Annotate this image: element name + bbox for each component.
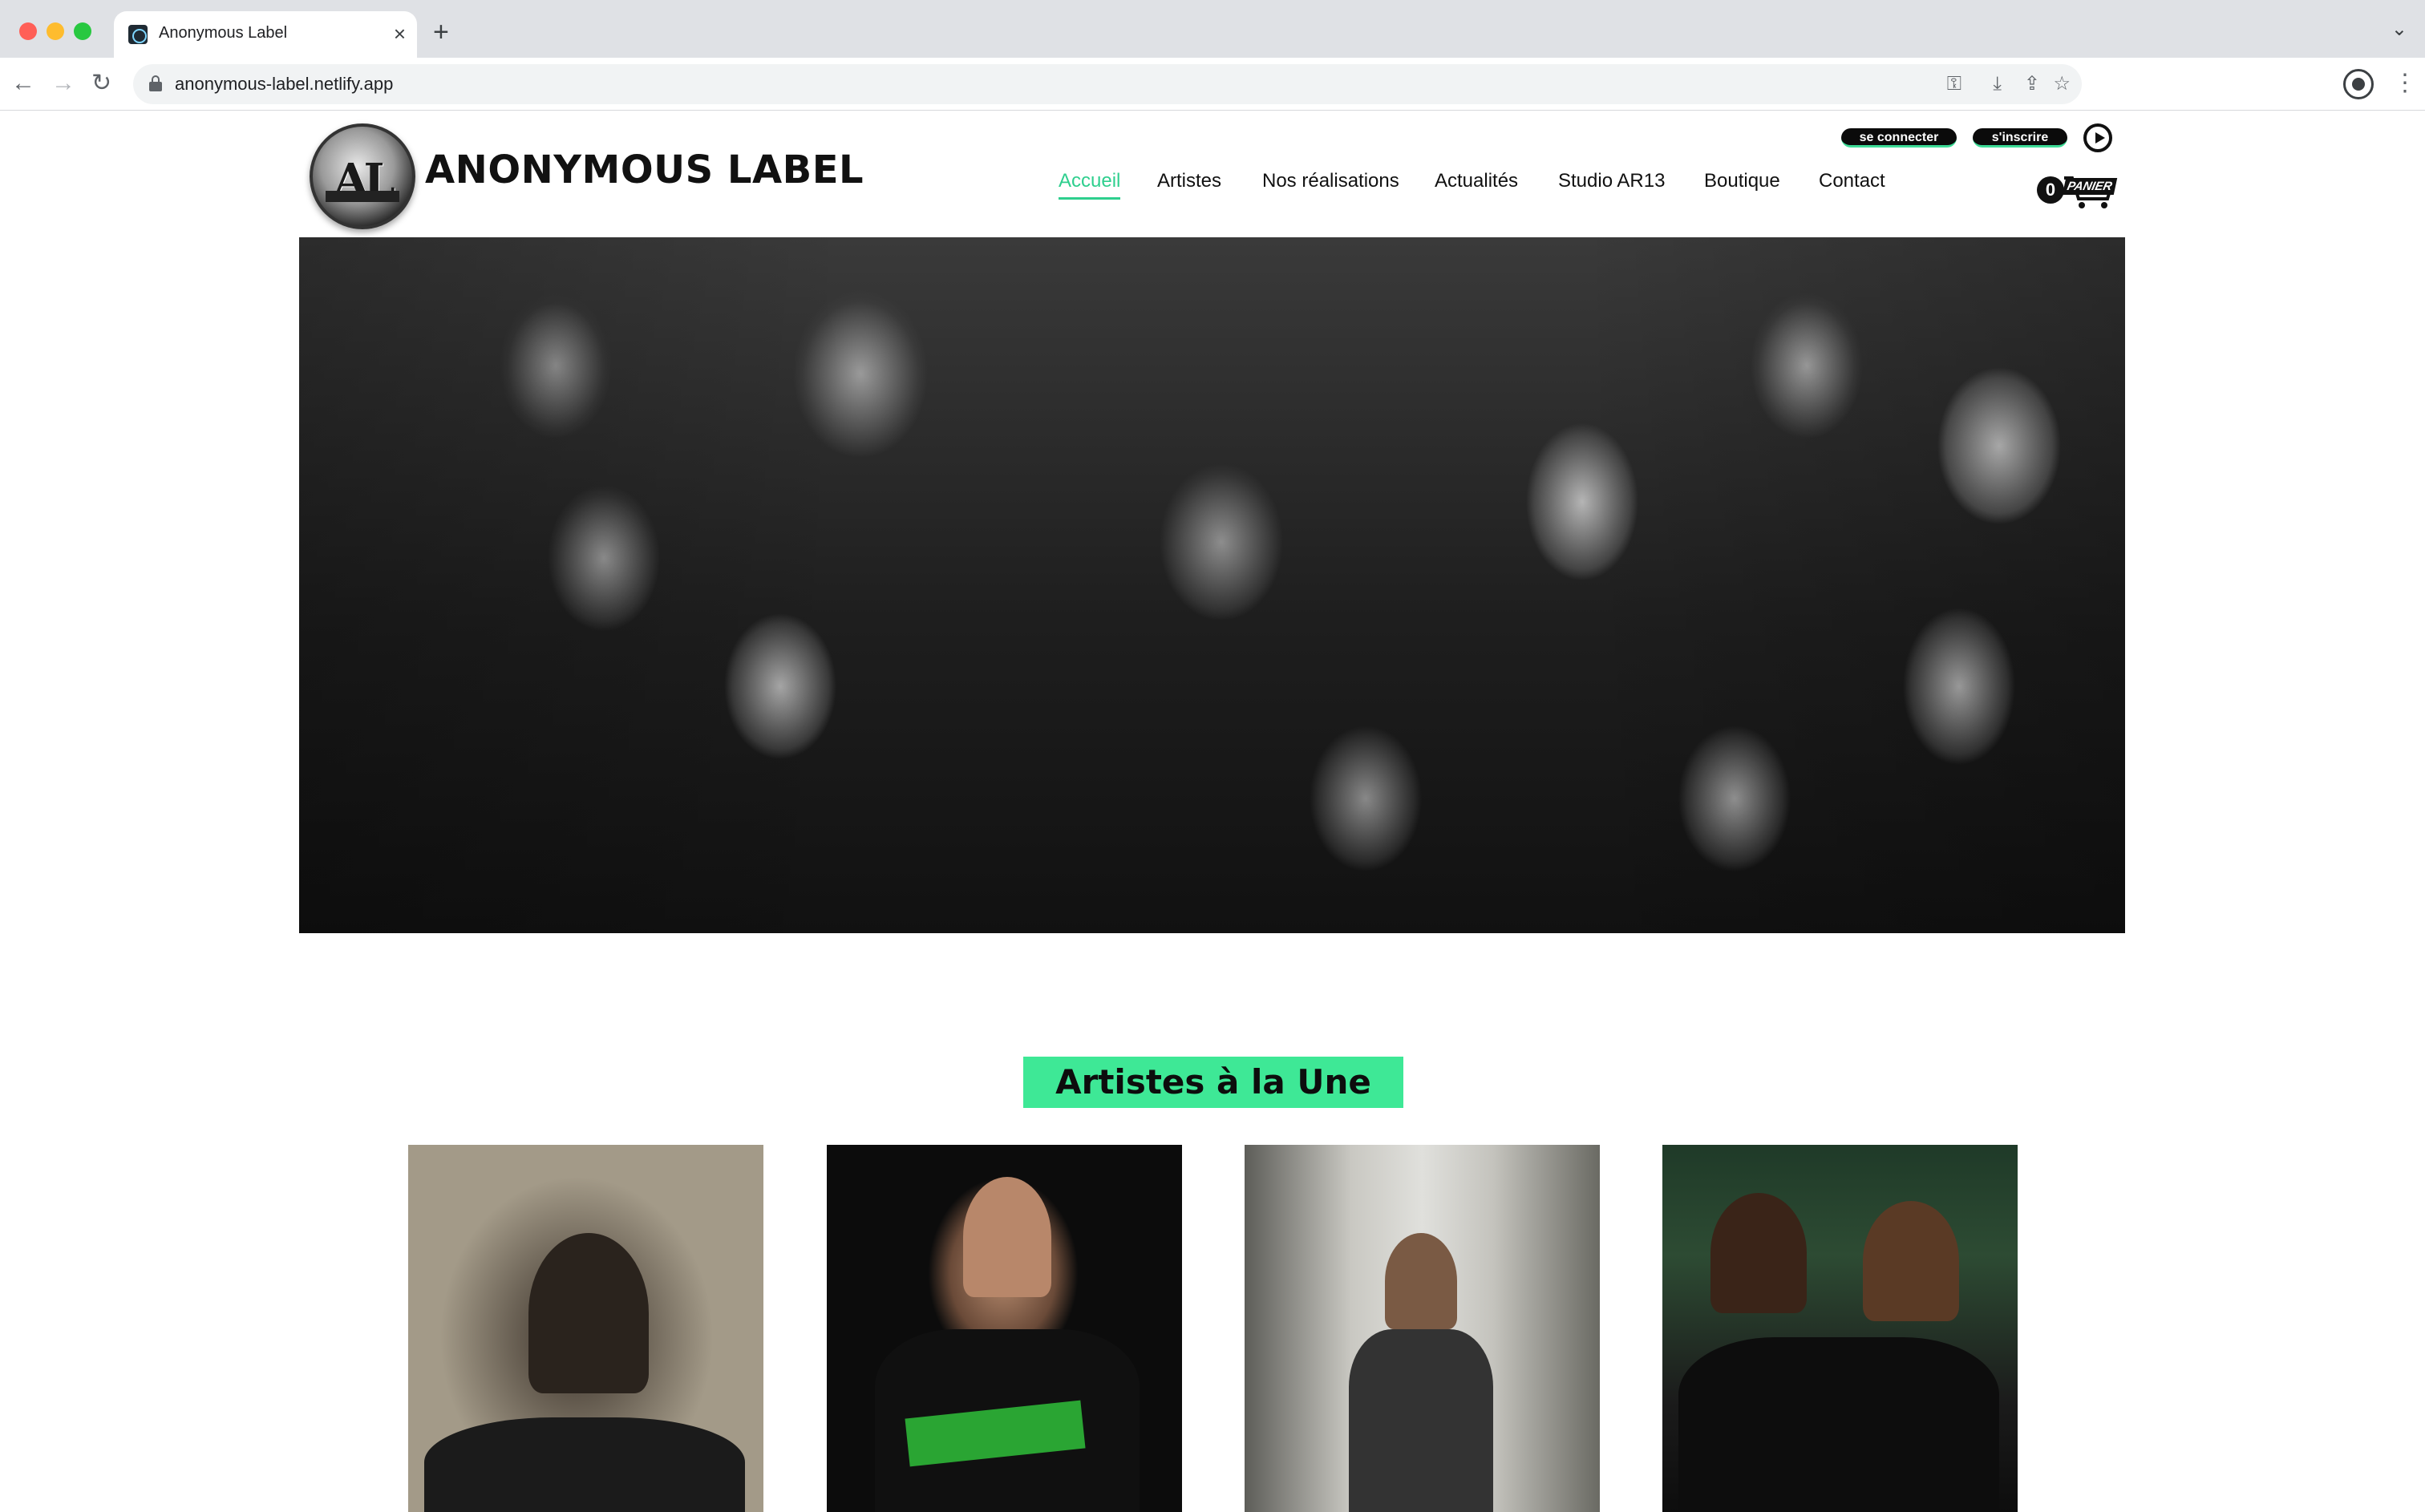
hero-group-photo [299, 237, 2125, 933]
browser-chrome: Anonymous Label × + ⌄ ← → ↻ anonymous-la… [0, 0, 2425, 111]
address-bar[interactable]: anonymous-label.netlify.app ⚿ ⤓ ⇪ ☆ [133, 64, 2082, 104]
forward-icon[interactable]: → [51, 67, 75, 99]
tab-strip: Anonymous Label × + ⌄ [0, 0, 2425, 58]
artist-portrait [1710, 1193, 1807, 1313]
artist-shirt [424, 1417, 745, 1512]
signup-button[interactable]: s'inscrire [1973, 128, 2067, 148]
artist-shirt [1678, 1337, 1999, 1512]
cart-button[interactable]: 0 PANIER [2037, 173, 2117, 212]
login-button[interactable]: se connecter [1841, 128, 1957, 148]
new-tab-icon[interactable]: + [433, 16, 449, 48]
reload-icon[interactable]: ↻ [91, 67, 111, 99]
artist-card[interactable] [408, 1145, 763, 1512]
browser-menu-icon[interactable]: ⋮ [2393, 67, 2417, 99]
browser-tab[interactable]: Anonymous Label × [114, 11, 417, 58]
featured-artists-title: Artistes à la Une [1023, 1057, 1403, 1108]
hero-vignette [299, 237, 2125, 933]
play-icon[interactable] [2083, 123, 2112, 152]
browser-toolbar: ← → ↻ anonymous-label.netlify.app ⚿ ⤓ ⇪ … [0, 58, 2425, 111]
nav-contact[interactable]: Contact [1819, 170, 1885, 192]
url-text[interactable]: anonymous-label.netlify.app [175, 74, 393, 95]
close-tab-icon[interactable]: × [394, 19, 406, 48]
cart-count-badge: 0 [2037, 176, 2064, 204]
bookmark-star-icon[interactable]: ☆ [2053, 72, 2071, 96]
favicon-icon [128, 25, 148, 44]
nav-boutique[interactable]: Boutique [1704, 170, 1780, 192]
artist-shirt [1349, 1329, 1493, 1512]
artist-card[interactable] [1662, 1145, 2018, 1512]
cart-label: PANIER [2062, 178, 2117, 195]
tab-title: Anonymous Label [159, 24, 288, 42]
install-icon[interactable]: ⤓ [1993, 72, 2002, 96]
nav-actualites[interactable]: Actualités [1435, 170, 1518, 192]
artist-portrait [1385, 1233, 1457, 1329]
nav-studio[interactable]: Studio AR13 [1558, 170, 1665, 192]
key-icon[interactable]: ⚿ [1947, 72, 1961, 96]
close-window-button[interactable] [19, 22, 37, 40]
artist-portrait [1863, 1201, 1959, 1321]
web-page: AL ANONYMOUS LABEL se connecter s'inscri… [0, 111, 2425, 1512]
nav-artistes[interactable]: Artistes [1157, 170, 1221, 192]
artist-card[interactable] [827, 1145, 1182, 1512]
nav-accueil[interactable]: Accueil [1059, 170, 1121, 200]
profile-icon[interactable] [2343, 69, 2374, 99]
tab-search-icon[interactable]: ⌄ [2391, 18, 2407, 41]
artist-portrait [963, 1177, 1051, 1297]
back-icon[interactable]: ← [11, 67, 35, 99]
artist-card[interactable] [1245, 1145, 1600, 1512]
nav-realisations[interactable]: Nos réalisations [1262, 170, 1399, 192]
artist-portrait [528, 1233, 649, 1393]
share-icon[interactable]: ⇪ [2024, 72, 2040, 96]
minimize-window-button[interactable] [47, 22, 64, 40]
maximize-window-button[interactable] [74, 22, 91, 40]
lock-icon[interactable] [149, 75, 162, 91]
